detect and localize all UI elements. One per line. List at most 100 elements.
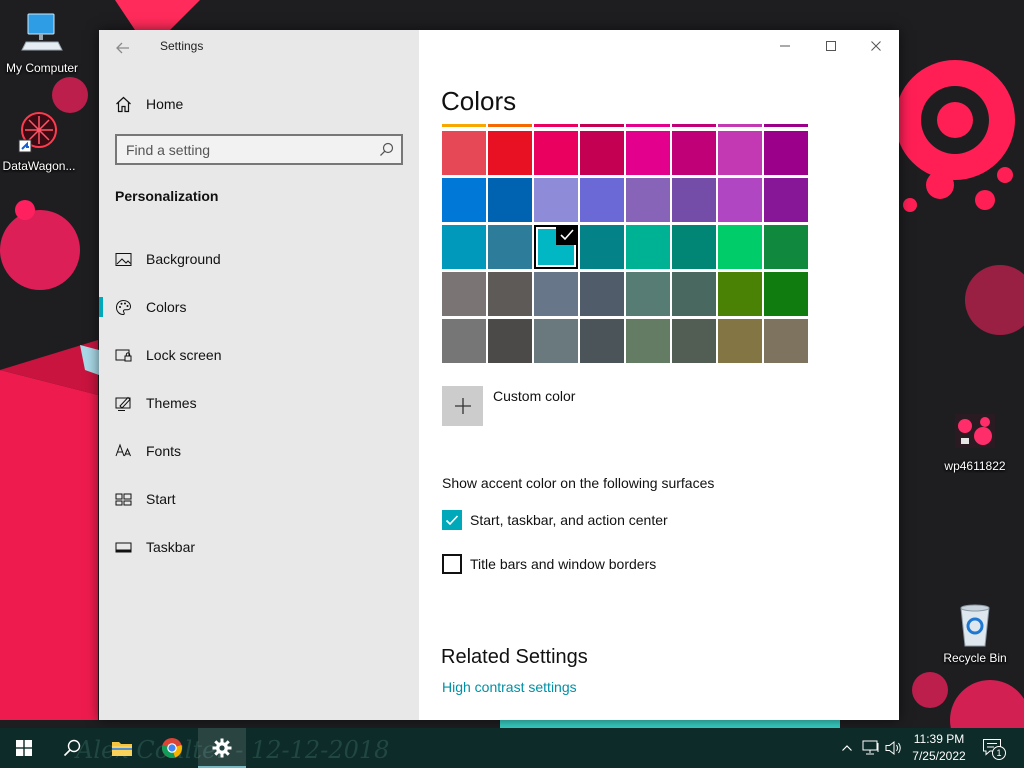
color-strip-segment: [672, 124, 716, 127]
volume-button[interactable]: [884, 738, 904, 758]
sidebar-nav: Background Colors Lock screen Themes Fon…: [99, 235, 419, 571]
title-bars-checkbox[interactable]: [442, 554, 462, 574]
sidebar-item-label: Taskbar: [146, 539, 196, 555]
color-swatch[interactable]: [672, 178, 716, 222]
sidebar-item-themes[interactable]: Themes: [99, 379, 419, 427]
windows-logo-icon: [16, 740, 32, 756]
color-swatch-selected[interactable]: [534, 225, 578, 269]
maximize-button[interactable]: [808, 34, 854, 58]
custom-color-label[interactable]: Custom color: [493, 388, 575, 404]
color-swatch[interactable]: [534, 319, 578, 363]
app-title: Settings: [160, 39, 204, 53]
color-swatch[interactable]: [626, 272, 670, 316]
color-swatch[interactable]: [442, 319, 486, 363]
speaker-icon: [885, 740, 901, 756]
sidebar-item-background[interactable]: Background: [99, 235, 419, 283]
taskbar-clock[interactable]: 11:39 PM 7/25/2022: [903, 731, 975, 765]
color-swatch[interactable]: [534, 178, 578, 222]
color-swatch[interactable]: [488, 225, 532, 269]
search-icon[interactable]: [379, 142, 394, 157]
sidebar-item-label: Background: [146, 251, 221, 267]
search-input[interactable]: [117, 136, 367, 163]
search-taskbar-button[interactable]: [48, 728, 96, 768]
color-swatch[interactable]: [580, 272, 624, 316]
close-button[interactable]: [853, 34, 899, 58]
fonts-icon: [115, 443, 132, 460]
color-swatch[interactable]: [488, 272, 532, 316]
sidebar-item-start[interactable]: Start: [99, 475, 419, 523]
start-taskbar-checkbox[interactable]: [442, 510, 462, 530]
back-button[interactable]: [111, 36, 135, 60]
color-swatch[interactable]: [442, 131, 486, 175]
desktop-icon-wp4611822[interactable]: wp4611822: [933, 408, 1017, 473]
sidebar-item-colors[interactable]: Colors: [99, 283, 419, 331]
page-title: Colors: [441, 86, 517, 116]
color-swatch[interactable]: [672, 272, 716, 316]
sidebar-home[interactable]: Home: [115, 92, 183, 116]
checkbox-label: Title bars and window borders: [470, 556, 657, 572]
recycle-bin-icon: [951, 600, 999, 648]
network-button[interactable]: [861, 738, 881, 758]
color-swatch[interactable]: [442, 178, 486, 222]
desktop-icon-recycle-bin[interactable]: Recycle Bin: [933, 600, 1017, 665]
custom-color-button[interactable]: [442, 386, 483, 426]
accent-surfaces-label: Show accent color on the following surfa…: [442, 475, 715, 491]
section-title: Personalization: [115, 188, 219, 204]
color-swatch[interactable]: [672, 131, 716, 175]
high-contrast-link[interactable]: High contrast settings: [442, 679, 577, 695]
taskbar: Alex Coulter - 12-12-2018 11:39 PM 7/25/…: [0, 728, 1024, 768]
chrome-icon: [162, 738, 182, 758]
color-strip-segment: [764, 124, 808, 127]
color-swatch[interactable]: [764, 272, 808, 316]
show-hidden-icons-button[interactable]: [838, 738, 856, 758]
close-icon: [871, 41, 881, 51]
minimize-button[interactable]: [762, 34, 808, 58]
clock-date: 7/25/2022: [912, 749, 966, 763]
plus-icon: [454, 398, 471, 414]
color-swatch[interactable]: [718, 272, 762, 316]
sidebar-item-taskbar[interactable]: Taskbar: [99, 523, 419, 571]
color-swatch[interactable]: [672, 319, 716, 363]
computer-icon: [18, 10, 66, 58]
color-strip-segment: [626, 124, 670, 127]
desktop-icon-datawagon[interactable]: DataWagon...: [0, 108, 81, 173]
color-swatch[interactable]: [488, 131, 532, 175]
chrome-button[interactable]: [148, 728, 196, 768]
taskbar-icon: [115, 539, 132, 556]
picture-icon: [115, 251, 132, 268]
settings-taskbar-button[interactable]: [198, 728, 246, 768]
color-swatch[interactable]: [580, 178, 624, 222]
color-swatch[interactable]: [488, 319, 532, 363]
checkbox-row-title-bars[interactable]: Title bars and window borders: [442, 553, 656, 575]
sidebar-item-fonts[interactable]: Fonts: [99, 427, 419, 475]
checkbox-row-start-taskbar[interactable]: Start, taskbar, and action center: [442, 509, 668, 531]
color-swatch[interactable]: [580, 225, 624, 269]
color-swatch[interactable]: [580, 319, 624, 363]
color-swatch[interactable]: [442, 272, 486, 316]
color-swatch[interactable]: [764, 319, 808, 363]
sidebar-item-lock-screen[interactable]: Lock screen: [99, 331, 419, 379]
color-swatch[interactable]: [534, 272, 578, 316]
color-swatch[interactable]: [764, 178, 808, 222]
color-swatch[interactable]: [580, 131, 624, 175]
color-swatch[interactable]: [718, 319, 762, 363]
color-swatch[interactable]: [764, 131, 808, 175]
color-swatch[interactable]: [672, 225, 716, 269]
settings-window: Settings Home Personalization Background: [99, 30, 899, 720]
color-swatch[interactable]: [442, 225, 486, 269]
color-swatch[interactable]: [488, 178, 532, 222]
image-file-icon: [951, 408, 999, 456]
color-swatch[interactable]: [626, 131, 670, 175]
color-swatch[interactable]: [534, 131, 578, 175]
color-swatch[interactable]: [718, 178, 762, 222]
file-explorer-button[interactable]: [98, 728, 146, 768]
color-swatch[interactable]: [626, 225, 670, 269]
color-strip-segment: [718, 124, 762, 127]
color-swatch[interactable]: [718, 131, 762, 175]
desktop-icon-my-computer[interactable]: My Computer: [0, 10, 84, 75]
start-button[interactable]: [0, 728, 48, 768]
color-swatch[interactable]: [764, 225, 808, 269]
color-swatch[interactable]: [626, 319, 670, 363]
color-swatch[interactable]: [718, 225, 762, 269]
color-swatch[interactable]: [626, 178, 670, 222]
